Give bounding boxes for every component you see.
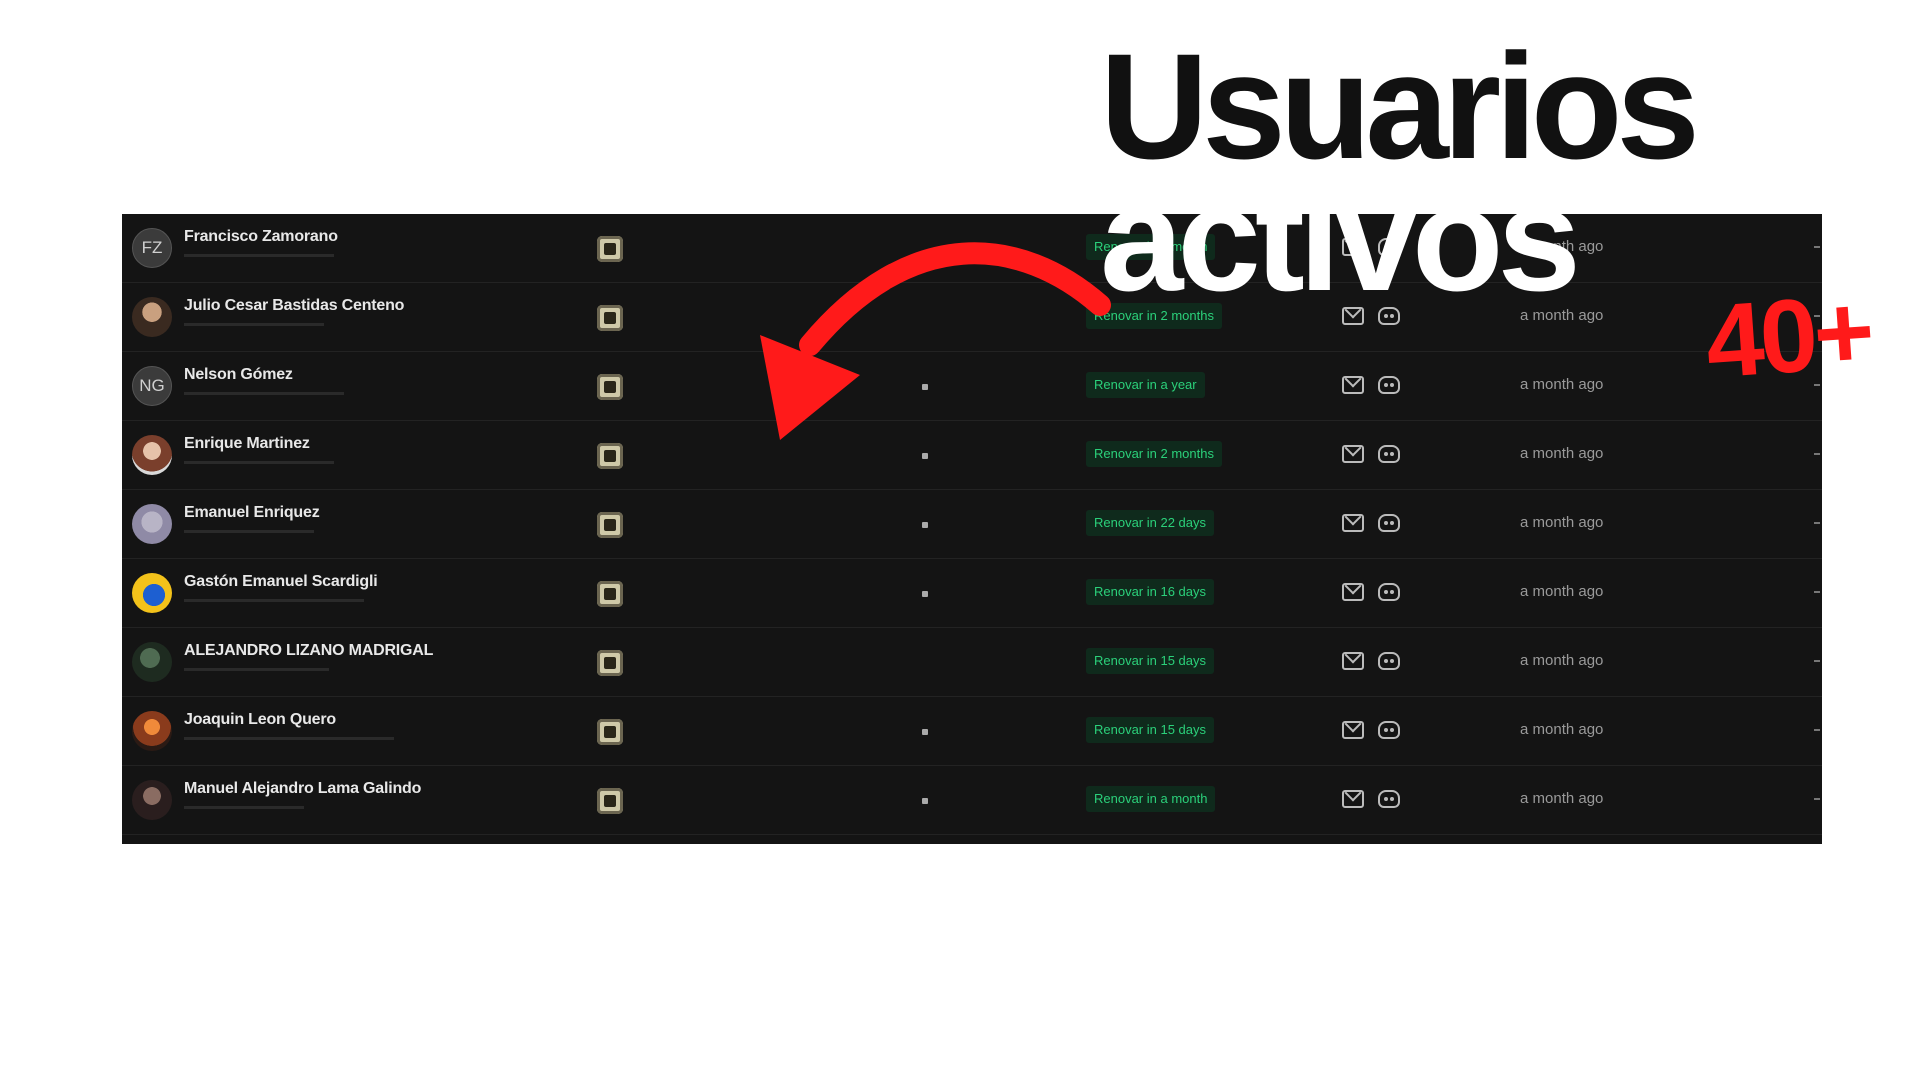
status-badge: Renovar in a month: [1086, 786, 1216, 812]
status-badge: Renovar in 22 days: [1086, 510, 1215, 536]
headline: Usuarios activos: [1100, 22, 1720, 322]
mail-icon[interactable]: [1342, 445, 1364, 463]
more-options-icon[interactable]: [1814, 660, 1820, 662]
discord-icon[interactable]: [1378, 721, 1400, 739]
user-email-redacted: [184, 737, 394, 740]
last-seen: a month ago: [1520, 376, 1604, 393]
more-options-icon[interactable]: [1814, 453, 1820, 455]
discord-icon[interactable]: [1378, 790, 1400, 808]
more-options-icon[interactable]: [1814, 591, 1820, 593]
avatar: [132, 780, 172, 820]
user-email-redacted: [184, 530, 314, 533]
redacted-mark: [922, 453, 928, 459]
status-badge: Renovar in 15 days: [1086, 648, 1215, 674]
avatar: [132, 642, 172, 682]
redacted-mark: [922, 591, 928, 597]
plan-icon: [597, 788, 623, 814]
last-seen: a month ago: [1520, 514, 1604, 531]
avatar: [132, 435, 172, 475]
mail-icon[interactable]: [1342, 790, 1364, 808]
last-seen: a month ago: [1520, 721, 1604, 738]
last-seen: a month ago: [1520, 583, 1604, 600]
plan-icon: [597, 374, 623, 400]
red-arrow-icon: [760, 242, 1111, 440]
last-seen: a month ago: [1520, 652, 1604, 669]
user-name: Joaquin Leon Quero: [184, 711, 336, 728]
table-row[interactable]: Emanuel Enriquez Renovar in 22 days a mo…: [122, 490, 1822, 559]
user-email-redacted: [184, 599, 364, 602]
mail-icon[interactable]: [1342, 376, 1364, 394]
user-name: Enrique Martinez: [184, 435, 310, 452]
more-options-icon[interactable]: [1814, 246, 1820, 248]
redacted-mark: [922, 729, 928, 735]
mail-icon[interactable]: [1342, 652, 1364, 670]
plan-icon: [597, 581, 623, 607]
discord-icon[interactable]: [1378, 376, 1400, 394]
avatar: [132, 573, 172, 613]
discord-icon[interactable]: [1378, 445, 1400, 463]
discord-icon[interactable]: [1378, 583, 1400, 601]
user-name: Manuel Alejandro Lama Galindo: [184, 780, 422, 797]
avatar: [132, 504, 172, 544]
avatar: [132, 297, 172, 337]
user-email-redacted: [184, 392, 344, 395]
discord-icon[interactable]: [1378, 514, 1400, 532]
headline-line-1: Usuarios: [1100, 22, 1700, 190]
avatar: NG: [132, 366, 172, 406]
user-count: 40+: [1702, 273, 1875, 401]
plan-icon: [597, 719, 623, 745]
plan-icon: [597, 236, 623, 262]
more-options-icon[interactable]: [1814, 729, 1820, 731]
avatar: FZ: [132, 228, 172, 268]
mail-icon[interactable]: [1342, 514, 1364, 532]
plan-icon: [597, 512, 623, 538]
status-badge: Renovar in 16 days: [1086, 579, 1215, 605]
table-row[interactable]: Joaquin Leon Quero Renovar in 15 days a …: [122, 697, 1822, 766]
more-options-icon[interactable]: [1814, 522, 1820, 524]
user-email-redacted: [184, 806, 304, 809]
user-name: Julio Cesar Bastidas Centeno: [184, 297, 405, 314]
status-badge: Renovar in 15 days: [1086, 717, 1215, 743]
redacted-mark: [922, 522, 928, 528]
table-row[interactable]: Manuel Alejandro Lama Galindo Renovar in…: [122, 766, 1822, 835]
plan-icon: [597, 305, 623, 331]
user-name: Gastón Emanuel Scardigli: [184, 573, 378, 590]
table-row[interactable]: ALEJANDRO LIZANO MADRIGAL Renovar in 15 …: [122, 628, 1822, 697]
last-seen: a month ago: [1520, 445, 1604, 462]
table-row[interactable]: Gastón Emanuel Scardigli Renovar in 16 d…: [122, 559, 1822, 628]
plan-icon: [597, 650, 623, 676]
more-options-icon[interactable]: [1814, 798, 1820, 800]
user-email-redacted: [184, 461, 334, 464]
headline-line-2: activos: [1100, 154, 1581, 322]
discord-icon[interactable]: [1378, 652, 1400, 670]
redacted-mark: [922, 798, 928, 804]
user-name: ALEJANDRO LIZANO MADRIGAL: [184, 642, 434, 659]
user-email-redacted: [184, 323, 324, 326]
mail-icon[interactable]: [1342, 721, 1364, 739]
user-name: Francisco Zamorano: [184, 228, 338, 245]
plan-icon: [597, 443, 623, 469]
avatar: [132, 711, 172, 751]
last-seen: a month ago: [1520, 790, 1604, 807]
user-email-redacted: [184, 668, 329, 671]
user-name: Nelson Gómez: [184, 366, 293, 383]
user-name: Emanuel Enriquez: [184, 504, 320, 521]
mail-icon[interactable]: [1342, 583, 1364, 601]
user-email-redacted: [184, 254, 334, 257]
